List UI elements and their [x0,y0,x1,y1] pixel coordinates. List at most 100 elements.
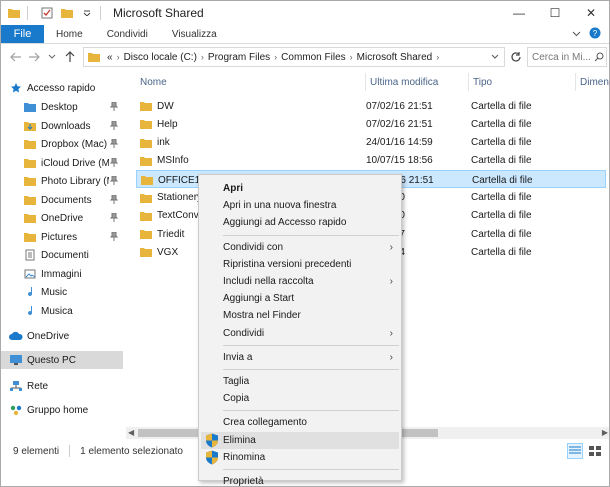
context-menu-item[interactable]: Rinomina [201,449,399,466]
column-header-modified[interactable]: Ultima modifica [366,73,469,91]
details-view-icon[interactable] [567,443,583,459]
forward-arrow-icon[interactable] [25,47,43,67]
file-row[interactable]: ink 24/01/16 14:59 Cartella di file [136,134,606,152]
minimize-button[interactable]: — [501,1,537,25]
tab-file[interactable]: File [1,25,44,43]
item-count: 9 elementi [13,445,60,457]
sidebar-item[interactable]: Photo Library (M [1,172,123,190]
file-name: Stationery [157,192,203,203]
sidebar-item-label: Rete [27,380,49,392]
context-menu-item[interactable]: Aggiungi a Start [201,290,399,307]
pin-icon[interactable] [109,120,119,132]
menu-item-label: Condividi con [223,241,284,253]
chevron-down-icon[interactable] [80,6,94,20]
sidebar-item[interactable]: OneDrive [1,327,123,345]
context-menu-item[interactable]: Ripristina versioni precedenti [201,256,399,273]
address-segment-drive[interactable]: Disco locale (C:) [124,52,197,63]
context-menu: Apri Apri in una nuova finestra Aggiungi a… [198,174,402,486]
menu-separator [223,369,399,370]
file-date: 07/02/16 21:51 [366,118,433,130]
sidebar-item[interactable]: Documents [1,191,123,209]
file-row[interactable]: Help 07/02/16 21:51 Cartella di file [136,115,606,133]
sidebar-item[interactable]: Gruppo home [1,401,123,419]
file-date: 10/07/15 18:56 [366,155,433,167]
file-name: VGX [157,246,179,258]
file-row[interactable]: MSInfo 10/07/15 18:56 Cartella di file [136,152,606,170]
sidebar-item[interactable]: Musica [1,302,123,320]
close-button[interactable]: ✕ [573,1,609,25]
file-row[interactable]: DW 07/02/16 21:51 Cartella di file [136,97,606,115]
context-menu-item[interactable]: Taglia [201,373,399,390]
column-header-type[interactable]: Tipo [469,73,576,91]
sidebar-item-label: Questo PC [27,354,76,366]
sidebar-item[interactable]: iCloud Drive (Ma [1,154,123,172]
sidebar-item[interactable]: Pictures [1,228,123,246]
context-menu-item[interactable]: Apri [201,180,399,197]
maximize-button[interactable]: ☐ [537,1,573,25]
context-menu-item[interactable]: Condividi › [201,325,399,342]
sidebar-item[interactable]: Dropbox (Mac) [1,135,123,153]
pin-icon[interactable] [109,138,119,150]
help-icon[interactable]: ? [589,27,601,42]
sidebar-item[interactable]: Accesso rapido [1,79,123,97]
sidebar-item[interactable]: Music [1,283,123,301]
address-segment-common-files[interactable]: Common Files [281,52,345,63]
address-history-dropdown[interactable] [486,54,504,60]
file-type: Cartella di file [471,210,532,222]
properties-icon[interactable] [40,6,54,20]
column-header-size[interactable]: Dimensi [576,73,609,91]
sidebar-item[interactable]: Rete [1,377,123,395]
folder-icon [23,156,37,170]
pin-icon[interactable] [109,194,119,206]
folder-icon [140,101,152,111]
new-folder-icon[interactable] [60,6,74,20]
up-arrow-icon[interactable] [61,47,79,67]
tab-view[interactable]: Visualizza [160,25,229,43]
large-icons-view-icon[interactable] [587,443,603,459]
sidebar-item[interactable]: Desktop [1,98,123,116]
sidebar-item-label: Immagini [41,268,82,280]
context-menu-item[interactable]: Copia [201,390,399,407]
context-menu-item[interactable]: Condividi con › [201,239,399,256]
file-date: 07/02/16 21:51 [366,100,433,112]
pin-icon[interactable] [109,212,119,224]
folder-icon [140,119,152,130]
context-menu-item[interactable]: Includi nella raccolta › [201,273,399,290]
sidebar-item[interactable]: Documenti [1,246,123,264]
recent-locations-icon[interactable] [43,47,61,67]
refresh-icon[interactable] [506,47,526,67]
file-name-cell: MSInfo [140,152,189,170]
pin-icon[interactable] [109,175,119,187]
scroll-right-icon[interactable]: ▶ [602,428,608,437]
folder-icon [141,175,153,186]
context-menu-item[interactable]: Mostra nel Finder [201,307,399,324]
search-box[interactable]: Cerca in Mi... [527,47,607,67]
back-arrow-icon[interactable] [7,47,25,67]
pin-icon[interactable] [109,157,119,169]
tab-home[interactable]: Home [44,25,95,43]
context-menu-item[interactable]: Aggiungi ad Accesso rapido [201,214,399,231]
sidebar-item[interactable]: Questo PC [1,351,123,369]
context-menu-item[interactable]: Elimina [201,431,399,449]
scroll-left-icon[interactable]: ◀ [128,428,134,437]
context-menu-item[interactable]: Apri in una nuova finestra [201,197,399,214]
pin-icon[interactable] [109,101,119,113]
sidebar-item[interactable]: Immagini [1,265,123,283]
selection-count: 1 elemento selezionato [80,445,183,457]
sidebar-item[interactable]: OneDrive [1,209,123,227]
address-overflow[interactable]: « [107,52,113,63]
context-menu-item[interactable]: Crea collegamento [201,414,399,431]
pin-icon[interactable] [109,231,119,243]
address-segment-program-files[interactable]: Program Files [208,52,270,63]
address-segment-microsoft-shared[interactable]: Microsoft Shared [357,52,433,63]
sidebar-item[interactable]: Downloads [1,117,123,135]
address-bar[interactable]: « › Disco locale (C:) › Program Files › … [83,47,505,67]
context-menu-item[interactable]: Invia a › [201,349,399,366]
column-header-name[interactable]: Nome [136,73,366,91]
expand-ribbon-icon[interactable] [572,28,581,40]
window-controls: — ☐ ✕ [501,1,609,25]
folder-icon [7,6,21,20]
context-menu-item[interactable]: Proprietà [201,473,399,486]
file-name-cell: Triedit [140,225,184,243]
tab-share[interactable]: Condividi [95,25,160,43]
